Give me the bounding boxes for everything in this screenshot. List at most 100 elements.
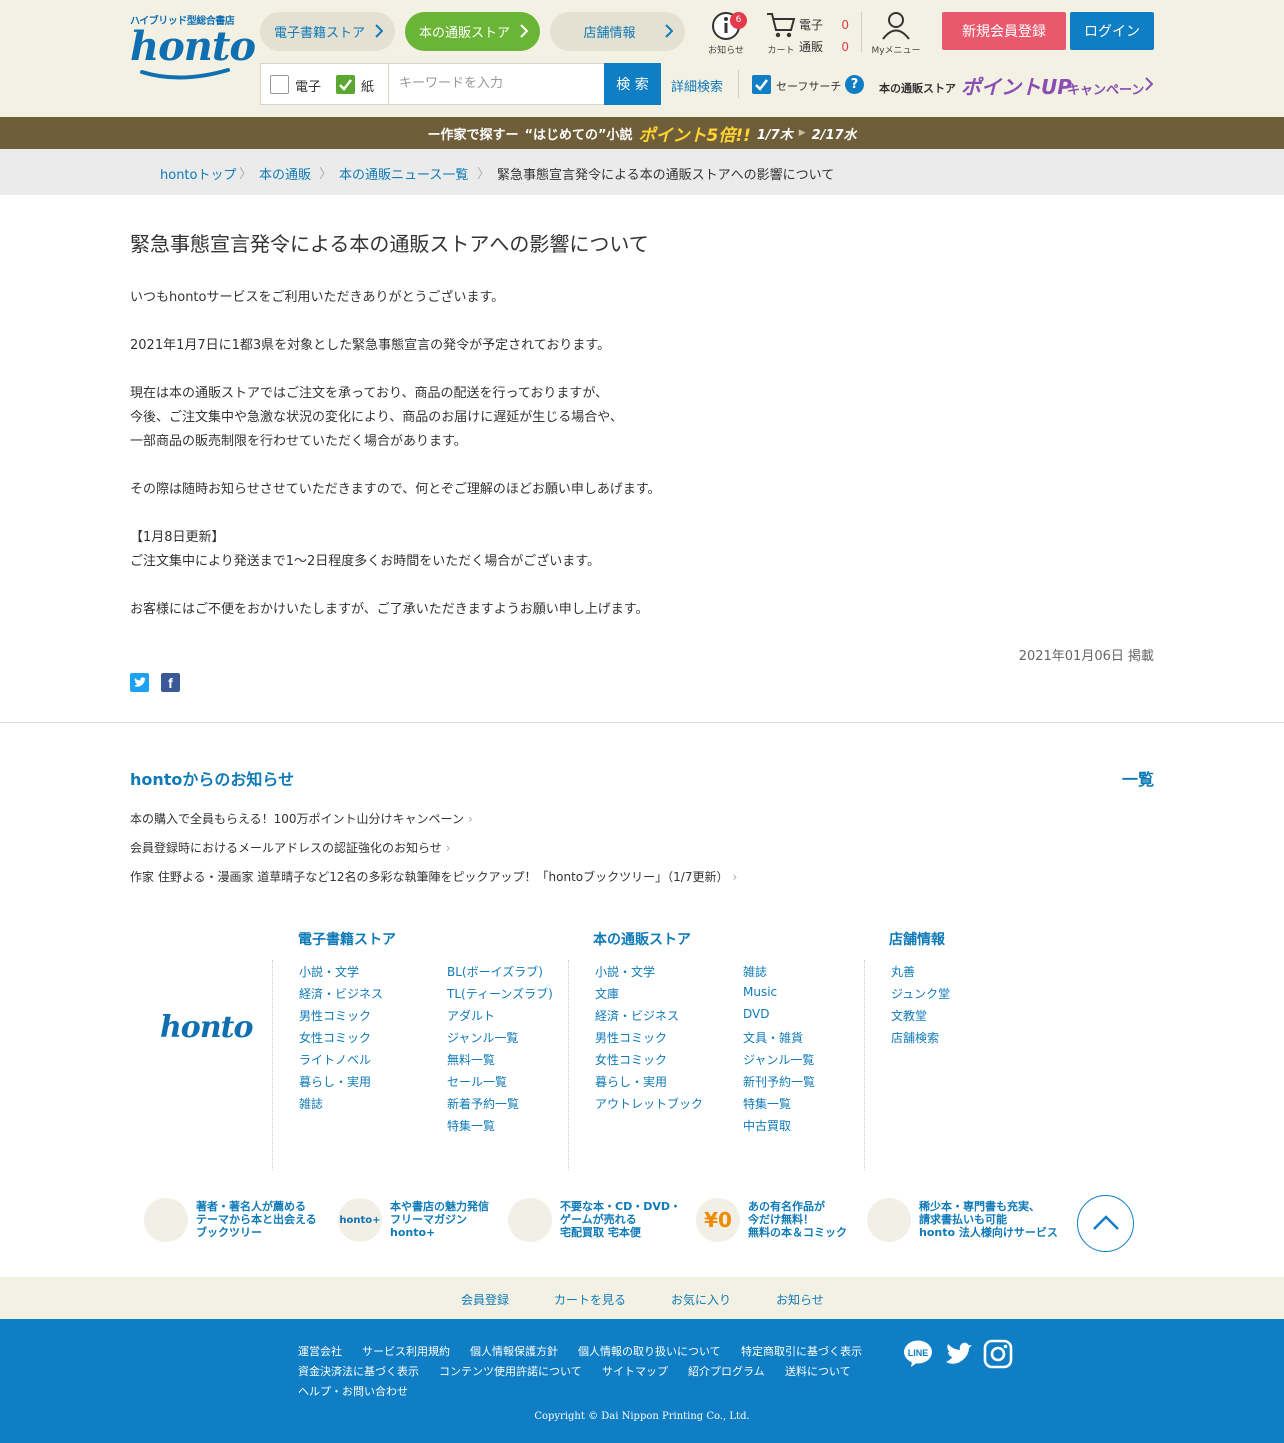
subfooter-cart-link[interactable]: カートを見る: [554, 1291, 626, 1308]
line-wordmark: LINE: [908, 1348, 929, 1358]
honto-logo[interactable]: ハイブリッド型総合書店 honto: [130, 12, 256, 82]
footer-paper-title[interactable]: 本の通販ストア: [593, 929, 691, 949]
footer-link-paper[interactable]: 新刊予約一覧: [743, 1073, 815, 1090]
footer-link-paper[interactable]: 小説・文学: [595, 963, 655, 980]
footer-link-ebook[interactable]: 雑誌: [299, 1095, 323, 1112]
store-tab-ebook[interactable]: 電子書籍ストア: [260, 12, 395, 51]
breadcrumb-item-paper[interactable]: 本の通販: [259, 164, 311, 183]
breadcrumb-separator: 〉: [319, 167, 333, 182]
help-icon[interactable]: ?: [845, 75, 864, 94]
footer-link-paper[interactable]: ジャンル一覧: [743, 1051, 814, 1068]
news-all-link[interactable]: 一覧: [1122, 766, 1154, 790]
subfooter-register-link[interactable]: 会員登録: [461, 1291, 509, 1308]
subfooter-favorites-link[interactable]: お気に入り: [671, 1291, 731, 1308]
banner-highlight: ポイント5倍!!: [638, 125, 751, 146]
ebook-checkbox[interactable]: [270, 75, 289, 94]
promo-text-line: 不要な本・CD・DVD・: [560, 1200, 681, 1213]
footer-link-paper[interactable]: DVD: [743, 1007, 769, 1021]
footer-honto-logo[interactable]: honto: [160, 1010, 253, 1045]
paper-checkbox[interactable]: [336, 75, 355, 94]
store-tab-paper[interactable]: 本の通販ストア: [405, 12, 540, 51]
footer-link-shop[interactable]: ジュンク堂: [891, 985, 950, 1002]
store-tab-shop[interactable]: 店舗情報: [550, 12, 685, 51]
mymenu-button[interactable]: Myメニュー: [870, 10, 922, 56]
footer-link-paper[interactable]: 中古買取: [743, 1117, 791, 1134]
safe-search-checkbox[interactable]: [752, 75, 771, 94]
footer-link-paper[interactable]: 男性コミック: [595, 1029, 667, 1046]
footer-link-shop[interactable]: 丸善: [891, 963, 915, 980]
advanced-search-link[interactable]: 詳細検索: [671, 76, 723, 95]
facebook-share-button[interactable]: f: [161, 673, 180, 692]
notice-button[interactable]: 6 お知らせ: [705, 10, 747, 56]
footer-link-paper[interactable]: 女性コミック: [595, 1051, 667, 1068]
footer-link-ebook[interactable]: アダルト: [447, 1007, 495, 1024]
user-icon: [882, 12, 910, 40]
search-input[interactable]: キーワードを入力: [391, 64, 601, 104]
footer-ebook-title[interactable]: 電子書籍ストア: [298, 929, 396, 949]
footer-link-paper[interactable]: 暮らし・実用: [595, 1073, 667, 1090]
footer-link-ebook[interactable]: BL(ボーイズラブ): [447, 963, 543, 980]
breadcrumb-item-top[interactable]: hontoトップ: [160, 164, 236, 183]
article-line: お客様にはご不便をおかけいたしますが、ご了承いただきますようお願い申し上げます。: [130, 602, 649, 617]
bottom-link[interactable]: サイトマップ: [602, 1363, 668, 1379]
promo-item[interactable]: 不要な本・CD・DVD・ ゲームが売れる 宅配買取 宅本便: [508, 1198, 698, 1242]
page-top-button[interactable]: [1077, 1195, 1134, 1252]
footer-link-ebook[interactable]: 無料一覧: [447, 1051, 495, 1068]
search-button[interactable]: 検 索: [604, 63, 661, 105]
footer-shop-title[interactable]: 店舗情報: [889, 929, 945, 949]
bottom-link[interactable]: 個人情報保護方針: [470, 1343, 558, 1359]
footer-link-shop[interactable]: 店舗検索: [891, 1029, 939, 1046]
promo-item[interactable]: 稀少本・専門書も充実、 請求書払いも可能 honto 法人様向けサービス: [867, 1198, 1058, 1242]
twitter-link[interactable]: [944, 1339, 974, 1369]
news-item[interactable]: 本の購入で全員もらえる！100万ポイント山分けキャンペーン ›: [130, 810, 473, 827]
novel-campaign-banner[interactable]: ー作家で探すー “はじめての”小説 ポイント5倍!! 1/7木 ▶ 2/17水: [0, 117, 1284, 149]
footer-link-paper[interactable]: 特集一覧: [743, 1095, 791, 1112]
breadcrumb-item-news-list[interactable]: 本の通販ニュース一覧: [339, 164, 468, 183]
bottom-link[interactable]: 運営会社: [298, 1343, 342, 1359]
news-item[interactable]: 会員登録時におけるメールアドレスの認証強化のお知らせ ›: [130, 839, 451, 856]
promo-item[interactable]: honto+ 本や書店の魅力発信 フリーマガジン honto+: [338, 1198, 528, 1242]
bottom-link[interactable]: ヘルプ・お問い合わせ: [298, 1383, 408, 1399]
footer-link-paper[interactable]: 文具・雑貨: [743, 1029, 803, 1046]
bottom-link[interactable]: 資金決済法に基づく表示: [298, 1363, 419, 1379]
banner-arrow: ▶: [798, 128, 806, 138]
footer-link-ebook[interactable]: 女性コミック: [299, 1029, 371, 1046]
news-item[interactable]: 作家 住野よる・漫画家 道草晴子など12名の多彩な執筆陣をピックアップ！「hon…: [130, 868, 737, 885]
footer-link-ebook[interactable]: 経済・ビジネス: [299, 985, 383, 1002]
promo-item[interactable]: 著者・著名人が薦める テーマから本と出会える ブックツリー: [144, 1198, 334, 1242]
bottom-link[interactable]: コンテンツ使用許諾について: [439, 1363, 582, 1379]
instagram-link[interactable]: [983, 1339, 1013, 1369]
subfooter-notice-link[interactable]: お知らせ: [776, 1291, 824, 1308]
footer-link-ebook[interactable]: 暮らし・実用: [299, 1073, 371, 1090]
search-divider: [388, 64, 389, 104]
footer-link-paper[interactable]: 経済・ビジネス: [595, 1007, 679, 1024]
footer-link-ebook[interactable]: 男性コミック: [299, 1007, 371, 1024]
promo-item[interactable]: ¥0 あの有名作品が 今だけ無料！ 無料の本＆コミック: [696, 1198, 886, 1242]
footer-link-ebook[interactable]: TL(ティーンズラブ): [447, 985, 553, 1002]
footer-link-paper[interactable]: 文庫: [595, 985, 619, 1002]
site-header: ハイブリッド型総合書店 honto 電子書籍ストア 本の通販ストア 店舗情報 6…: [0, 0, 1284, 117]
twitter-share-button[interactable]: [130, 673, 149, 692]
logo-swoosh-icon: [140, 68, 230, 80]
cart-button[interactable]: カート: [763, 10, 799, 56]
line-link[interactable]: LINE: [903, 1339, 933, 1369]
footer-link-ebook[interactable]: ジャンル一覧: [447, 1029, 518, 1046]
footer-link-shop[interactable]: 文教堂: [891, 1007, 927, 1024]
bottom-link[interactable]: 紹介プログラム: [688, 1363, 765, 1379]
login-button[interactable]: ログイン: [1070, 12, 1154, 50]
bottom-link[interactable]: 特定商取引に基づく表示: [741, 1343, 862, 1359]
bottom-link[interactable]: 送料について: [785, 1363, 851, 1379]
footer-link-ebook[interactable]: 新着予約一覧: [447, 1095, 519, 1112]
bottom-link[interactable]: サービス利用規約: [362, 1343, 450, 1359]
footer-link-ebook[interactable]: 特集一覧: [447, 1117, 495, 1134]
footer-link-paper[interactable]: Music: [743, 985, 777, 999]
footer-link-paper[interactable]: アウトレットブック: [595, 1095, 703, 1112]
footer-column-divider: [568, 960, 569, 1170]
footer-link-ebook[interactable]: セール一覧: [447, 1073, 507, 1090]
footer-link-ebook[interactable]: 小説・文学: [299, 963, 359, 980]
cart-paper-label: 通販: [799, 40, 824, 54]
footer-link-ebook[interactable]: ライトノベル: [299, 1051, 371, 1068]
register-button[interactable]: 新規会員登録: [942, 12, 1066, 50]
footer-link-paper[interactable]: 雑誌: [743, 963, 767, 980]
bottom-link[interactable]: 個人情報の取り扱いについて: [578, 1343, 721, 1359]
